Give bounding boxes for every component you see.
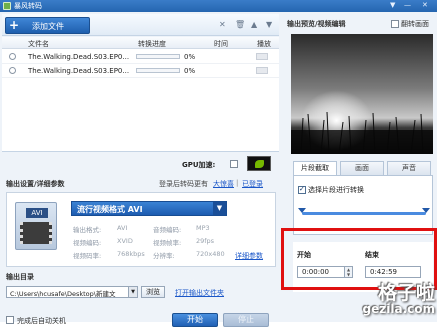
param-label: 输出格式: <box>73 226 102 234</box>
gpu-checkbox[interactable] <box>230 160 238 168</box>
move-up-icon[interactable]: ▲ <box>251 20 257 29</box>
format-panel: AVI 流行视频格式 AVI ▼ 输出格式: AVI 音频编码: MP3 视频编… <box>6 192 276 267</box>
flip-label: 翻转画面 <box>401 20 429 28</box>
param-value: 29fps <box>196 237 215 245</box>
logged-in-link[interactable]: 已登录 <box>242 179 263 189</box>
param-value: AVI <box>117 224 128 232</box>
param-label: 分辨率: <box>153 252 175 260</box>
range-end-handle[interactable] <box>422 208 430 213</box>
separator: | <box>236 179 239 187</box>
watermark-en: gezila.com <box>362 302 435 316</box>
chevron-down-icon: ▼ <box>213 202 226 215</box>
output-settings-header: 输出设置/详细参数 登录后转码更有 大惊喜 | 已登录 <box>2 176 279 190</box>
site-watermark: 格子啦 gezila.com <box>363 283 435 316</box>
param-value: 720x480 <box>196 250 225 258</box>
column-header-time: 时间 <box>214 40 228 48</box>
format-selected-value: 流行视频格式 AVI <box>77 205 143 214</box>
output-dir-select[interactable]: C:\Users\hcusafe\Desktop\新建文 ▼ <box>6 286 138 298</box>
open-output-folder-link[interactable]: 打开输出文件夹 <box>175 288 224 298</box>
param-value: 768kbps <box>117 250 145 258</box>
tab-clip[interactable]: 片段截取 <box>293 161 337 175</box>
range-start-handle[interactable] <box>298 208 306 213</box>
toolbar: + 添加文件 ✕ 🗑 ▲ ▼ <box>2 14 279 36</box>
clock-icon <box>9 67 16 74</box>
param-label: 视频帧率: <box>153 239 182 247</box>
flip-option[interactable]: 翻转画面 <box>391 19 429 29</box>
tab-audio[interactable]: 声音 <box>387 161 431 175</box>
film-strip-icon <box>20 222 52 244</box>
segment-checkbox[interactable] <box>298 185 306 194</box>
stop-button[interactable]: 停止 <box>223 313 269 327</box>
progress-bar <box>136 54 180 59</box>
delete-icon[interactable]: ✕ <box>219 20 226 29</box>
window-title: 暴风转码 <box>14 2 42 10</box>
trash-icon[interactable]: 🗑 <box>235 20 245 29</box>
app-logo-icon <box>3 2 11 10</box>
param-value: XVID <box>117 237 133 245</box>
left-panel: + 添加文件 ✕ 🗑 ▲ ▼ 文件名 转换进度 时间 播放 The.Walkin… <box>2 14 279 327</box>
browse-button[interactable]: 浏览 <box>141 286 165 298</box>
surprise-link[interactable]: 大惊喜 <box>213 179 234 189</box>
minimize-icon[interactable]: — <box>404 1 411 9</box>
plus-icon: + <box>9 18 20 32</box>
highlight-box <box>281 228 437 290</box>
title-bar: 暴风转码 ▼ — ✕ <box>0 0 437 12</box>
menu-dropdown-icon[interactable]: ▼ <box>390 1 395 9</box>
avi-format-icon: AVI <box>15 202 57 250</box>
file-name: The.Walking.Dead.S03.EP0... <box>28 67 130 75</box>
video-preview <box>291 34 433 154</box>
move-down-icon[interactable]: ▼ <box>266 20 272 29</box>
param-value: MP3 <box>196 224 210 232</box>
output-dir-path: C:\Users\hcusafe\Desktop\新建文 <box>10 290 116 298</box>
tab-picture[interactable]: 画面 <box>340 161 384 175</box>
column-header-name: 文件名 <box>28 40 49 48</box>
chevron-down-icon: ▼ <box>128 287 137 297</box>
login-hint: 登录后转码更有 <box>159 180 208 188</box>
param-label: 视频码率: <box>73 252 102 260</box>
edit-tabs: 片段截取 画面 声音 <box>293 161 433 175</box>
bottom-bar: 完成后自动关机 开始 停止 <box>2 304 279 327</box>
detail-params-link[interactable]: 详细参数 <box>235 251 263 261</box>
output-dir-label: 输出目录 <box>6 273 34 281</box>
clock-icon <box>9 53 16 60</box>
param-label: 音频编码: <box>153 226 182 234</box>
gpu-bar: GPU加速: <box>2 153 279 175</box>
avi-tag: AVI <box>26 208 48 218</box>
add-file-label: 添加文件 <box>32 22 64 31</box>
flip-checkbox[interactable] <box>391 20 399 28</box>
gpu-label: GPU加速: <box>182 161 216 169</box>
play-button[interactable] <box>256 67 268 74</box>
format-select[interactable]: 流行视频格式 AVI ▼ <box>71 201 227 216</box>
clip-tab-body: 选择片段进行转换 <box>293 175 433 235</box>
segment-label: 选择片段进行转换 <box>308 186 364 194</box>
file-list: 文件名 转换进度 时间 播放 The.Walking.Dead.S03.EP0.… <box>2 37 279 152</box>
shutdown-label: 完成后自动关机 <box>17 317 66 325</box>
close-icon[interactable]: ✕ <box>422 1 428 9</box>
nvidia-logo-icon <box>247 156 271 171</box>
preview-title: 输出预览/视频编辑 <box>287 20 346 28</box>
file-row[interactable]: The.Walking.Dead.S03.EP0... 0% <box>2 50 279 64</box>
segment-range-slider[interactable] <box>298 208 430 215</box>
start-button[interactable]: 开始 <box>172 313 218 327</box>
app-window: 暴风转码 ▼ — ✕ + 添加文件 ✕ 🗑 ▲ ▼ 文件名 转换进度 时间 播放 <box>0 0 437 327</box>
sunset-field-image <box>291 34 433 154</box>
file-name: The.Walking.Dead.S03.EP0... <box>28 53 130 61</box>
segment-option[interactable]: 选择片段进行转换 <box>298 185 364 195</box>
play-button[interactable] <box>256 53 268 60</box>
file-list-header: 文件名 转换进度 时间 播放 <box>2 37 279 49</box>
file-row[interactable]: The.Walking.Dead.S03.EP0... 0% <box>2 64 279 78</box>
progress-percent: 0% <box>184 53 196 61</box>
progress-bar <box>136 68 180 73</box>
column-header-progress: 转换进度 <box>138 40 166 48</box>
add-file-button[interactable]: + 添加文件 <box>5 17 90 34</box>
progress-percent: 0% <box>184 67 196 75</box>
column-header-play: 播放 <box>257 40 271 48</box>
watermark-cn: 格子啦 <box>377 282 435 304</box>
shutdown-checkbox[interactable] <box>6 316 14 324</box>
param-label: 视频编码: <box>73 239 102 247</box>
output-settings-title: 输出设置/详细参数 <box>6 180 65 188</box>
